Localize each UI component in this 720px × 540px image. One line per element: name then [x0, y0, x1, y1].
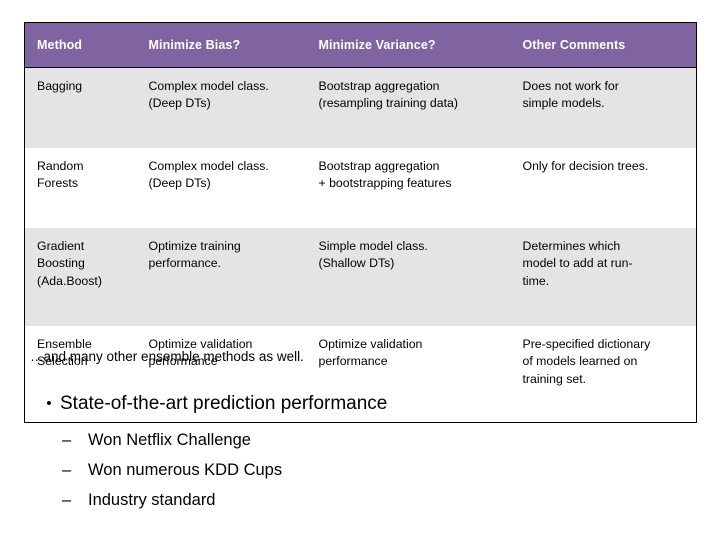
cell-minimize-variance: Bootstrap aggregation + bootstrapping fe… — [306, 148, 511, 228]
bullet-level2-label: Won numerous KDD Cups — [88, 461, 283, 479]
list-item: – Won numerous KDD Cups — [62, 455, 282, 485]
cell-line: Only for decision trees. — [522, 159, 649, 173]
cell-line: Bagging — [37, 79, 83, 93]
cell-line: Optimize validation — [318, 337, 423, 351]
cell-line: Does not work for — [522, 79, 619, 93]
cell-line: Bootstrap aggregation — [318, 159, 440, 173]
table-row: Gradient Boosting (Ada.Boost) Optimize t… — [24, 228, 697, 326]
bullet-level2-label: Industry standard — [88, 491, 216, 509]
list-item: – Industry standard — [62, 485, 282, 515]
cell-minimize-bias: Complex model class. (Deep DTs) — [136, 67, 307, 148]
bullet-marker-icon: • — [46, 395, 52, 412]
column-header-minimize-variance: Minimize Variance? — [306, 22, 511, 68]
table-row: Bagging Complex model class. (Deep DTs) … — [24, 67, 697, 148]
cell-line: Determines which — [522, 239, 621, 253]
bullet-level1-label: State-of-the-art prediction performance — [60, 393, 388, 414]
bullet-level2-label: Won Netflix Challenge — [88, 431, 251, 449]
cell-line: (Deep DTs) — [148, 176, 211, 191]
list-item: – Won Netflix Challenge — [62, 425, 282, 455]
column-header-other-comments: Other Comments — [510, 22, 697, 68]
cell-line: Gradient — [37, 239, 85, 253]
column-header-method: Method — [24, 22, 137, 68]
cell-method: Random Forests — [24, 148, 137, 228]
cell-line: Simple model class. — [318, 239, 428, 253]
table-body: Bagging Complex model class. (Deep DTs) … — [24, 67, 697, 423]
cell-line: model to add at run- — [522, 256, 633, 271]
cell-line: (Deep DTs) — [148, 96, 211, 111]
cell-method: Gradient Boosting (Ada.Boost) — [24, 228, 137, 326]
cell-minimize-bias: Optimize training performance. — [136, 228, 307, 326]
table-footnote: …and many other ensemble methods as well… — [30, 349, 304, 364]
cell-line: simple models. — [522, 96, 605, 111]
dash-marker-icon: – — [62, 431, 72, 449]
bullet-level1: • State-of-the-art prediction performanc… — [38, 391, 387, 417]
cell-line: Bootstrap aggregation — [318, 79, 440, 93]
cell-line: performance. — [148, 256, 221, 271]
cell-line: Optimize training — [148, 239, 241, 253]
cell-method: Bagging — [24, 67, 137, 148]
cell-line: time. — [522, 273, 550, 288]
cell-line: Boosting — [37, 256, 85, 271]
cell-line: Complex model class. — [148, 79, 269, 93]
cell-other-comments: Only for decision trees. — [510, 148, 697, 228]
cell-line: Complex model class. — [148, 159, 269, 173]
cell-minimize-variance: Bootstrap aggregation (resampling traini… — [306, 67, 511, 148]
cell-other-comments: Determines which model to add at run- ti… — [510, 228, 697, 326]
cell-other-comments: Does not work for simple models. — [510, 67, 697, 148]
cell-line: performance — [318, 354, 388, 369]
dash-marker-icon: – — [62, 491, 72, 509]
cell-line: (Ada.Boost) — [37, 273, 102, 288]
cell-line: Pre-specified dictionary — [522, 337, 651, 351]
cell-line: Forests — [37, 176, 78, 191]
cell-line: + bootstrapping features — [318, 176, 452, 191]
cell-line: Random — [37, 159, 84, 173]
dash-marker-icon: – — [62, 461, 72, 479]
cell-line: training set. — [522, 371, 587, 386]
slide-canvas: Method Minimize Bias? Minimize Variance?… — [0, 0, 720, 540]
table-header: Method Minimize Bias? Minimize Variance?… — [24, 22, 697, 68]
column-header-minimize-bias: Minimize Bias? — [136, 22, 307, 68]
cell-other-comments: Pre-specified dictionary of models learn… — [510, 326, 697, 423]
table-header-row: Method Minimize Bias? Minimize Variance?… — [24, 22, 697, 68]
cell-line: (resampling training data) — [318, 96, 458, 111]
table-row: Random Forests Complex model class. (Dee… — [24, 148, 697, 228]
cell-line: (Shallow DTs) — [318, 256, 395, 271]
cell-minimize-variance: Simple model class. (Shallow DTs) — [306, 228, 511, 326]
cell-minimize-bias: Complex model class. (Deep DTs) — [136, 148, 307, 228]
bullet-level2-list: – Won Netflix Challenge – Won numerous K… — [62, 425, 282, 515]
cell-line: of models learned on — [522, 354, 638, 369]
